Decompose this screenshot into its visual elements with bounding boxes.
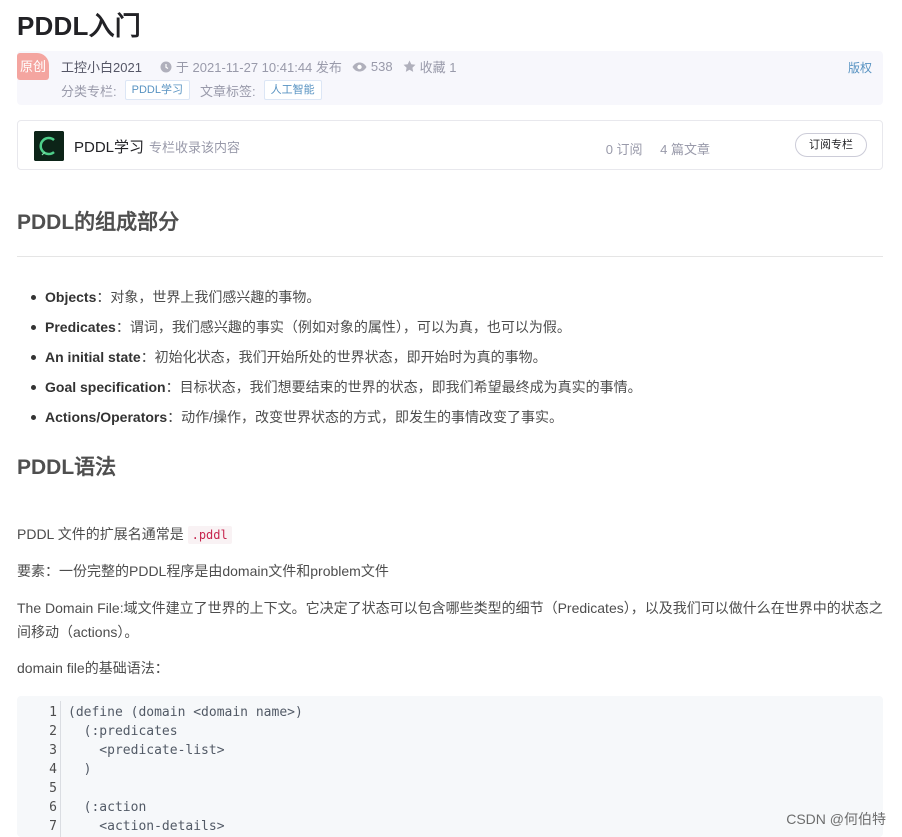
column-name[interactable]: PDDL学习 <box>74 136 144 157</box>
article-title: PDDL入门 <box>17 11 141 41</box>
watermark: CSDN @何伯特 <box>786 811 886 827</box>
inline-code: .pddl <box>187 526 232 544</box>
heading-syntax: PDDL语法 <box>17 456 117 479</box>
term: Goal specification <box>45 379 166 395</box>
article-tags-label: 文章标签: <box>199 83 256 99</box>
code-block[interactable]: 1 2 3 4 5 6 7 (define (domain <domain na… <box>17 696 883 837</box>
subscribe-column-button[interactable]: 订阅专栏 <box>795 133 867 157</box>
line-number: 2 <box>49 724 57 739</box>
publish-time: 于 2021-11-27 10:41:44 发布 <box>160 57 342 76</box>
star-icon <box>403 60 416 72</box>
paragraph-extension-text: PDDL 文件的扩展名通常是 <box>17 526 188 542</box>
code-line: <action-details> <box>68 819 225 834</box>
paragraph-domain-syntax: domain file的基础语法： <box>17 660 169 676</box>
article-tag[interactable]: 人工智能 <box>263 80 322 100</box>
line-number: 3 <box>49 743 57 758</box>
line-numbers: 1 2 3 4 5 6 7 <box>17 703 57 836</box>
line-number: 5 <box>49 781 57 796</box>
publish-time-text: 于 2021-11-27 10:41:44 发布 <box>175 60 342 75</box>
line-number: 1 <box>49 705 57 720</box>
heading-components: PDDL的组成部分 <box>17 211 180 234</box>
list-item: Actions/Operators：动作/操作，改变世界状态的方式，即发生的事情… <box>17 408 642 438</box>
term-desc: ：目标状态，我们想要结束的世界的状态，即我们希望最终成为真实的事情。 <box>165 379 642 395</box>
meta-info-row: 工控小白2021 于 2021-11-27 10:41:44 发布 538 收藏… <box>61 57 466 76</box>
original-badge: 原创 <box>17 53 49 80</box>
code-line: (define (domain <domain name>) <box>68 705 303 720</box>
article-count: 4 篇文章 <box>660 142 710 157</box>
code-lines: (define (domain <domain name>) (:predica… <box>68 703 303 836</box>
list-item: An initial state：初始化状态，我们开始所处的世界状态，即开始时为… <box>17 348 642 378</box>
term: An initial state <box>45 349 141 365</box>
term-desc: ：动作/操作，改变世界状态的方式，即发生的事情改变了事实。 <box>167 409 564 425</box>
divider <box>17 256 883 257</box>
column-avatar <box>34 131 64 161</box>
paragraph-extension: PDDL 文件的扩展名通常是 .pddl <box>17 522 883 547</box>
favorite-count-text: 收藏 1 <box>419 60 457 75</box>
view-count-text: 538 <box>370 59 393 74</box>
copyright-link[interactable]: 版权 <box>848 59 872 76</box>
code-line: (:predicates <box>68 724 178 739</box>
code-line: ) <box>68 762 92 777</box>
column-logo-icon <box>34 131 64 161</box>
list-item: Objects：对象，世界上我们感兴趣的事物。 <box>17 288 642 318</box>
clock-icon <box>160 61 172 72</box>
term: Objects <box>45 289 97 305</box>
favorite-button[interactable]: 收藏 1 <box>403 57 457 76</box>
column-card[interactable]: PDDL学习 专栏收录该内容 0 订阅 4 篇文章 订阅专栏 <box>17 120 883 170</box>
term: Predicates <box>45 319 116 335</box>
code-line: <predicate-list> <box>68 743 225 758</box>
line-number: 7 <box>49 819 57 834</box>
subscription-count: 0 订阅 <box>605 142 643 157</box>
author-link[interactable]: 工控小白2021 <box>61 57 142 76</box>
category-label: 分类专栏: <box>61 83 117 99</box>
gutter-separator <box>60 701 61 837</box>
paragraph-elements: 要素：一份完整的PDDL程序是由domain文件和problem文件 <box>17 563 389 579</box>
article-meta-box: 原创 工控小白2021 于 2021-11-27 10:41:44 发布 538… <box>17 51 883 105</box>
column-desc: 专栏收录该内容 <box>149 140 241 155</box>
components-list: Objects：对象，世界上我们感兴趣的事物。 Predicates：谓词，我们… <box>17 288 642 438</box>
term-desc: ：对象，世界上我们感兴趣的事物。 <box>96 289 321 305</box>
line-number: 4 <box>49 762 57 777</box>
column-stats: 0 订阅 4 篇文章 <box>592 139 710 158</box>
term: Actions/Operators <box>45 409 168 425</box>
term-desc: ：谓词，我们感兴趣的事实（例如对象的属性），可以为真，也可以为假。 <box>115 319 571 335</box>
term-desc: ：初始化状态，我们开始所处的世界状态，即开始时为真的事物。 <box>140 349 547 365</box>
list-item: Predicates：谓词，我们感兴趣的事实（例如对象的属性），可以为真，也可以… <box>17 318 642 348</box>
code-line: (:action <box>68 800 147 815</box>
paragraph-domain-file: The Domain File:域文件建立了世界的上下文。它决定了状态可以包含哪… <box>17 600 883 640</box>
view-count: 538 <box>352 59 393 74</box>
tags-row: 分类专栏: PDDL学习 文章标签: 人工智能 <box>61 80 332 100</box>
eye-icon <box>352 62 367 71</box>
list-item: Goal specification：目标状态，我们想要结束的世界的状态，即我们… <box>17 378 642 408</box>
category-tag[interactable]: PDDL学习 <box>124 80 190 100</box>
line-number: 6 <box>49 800 57 815</box>
